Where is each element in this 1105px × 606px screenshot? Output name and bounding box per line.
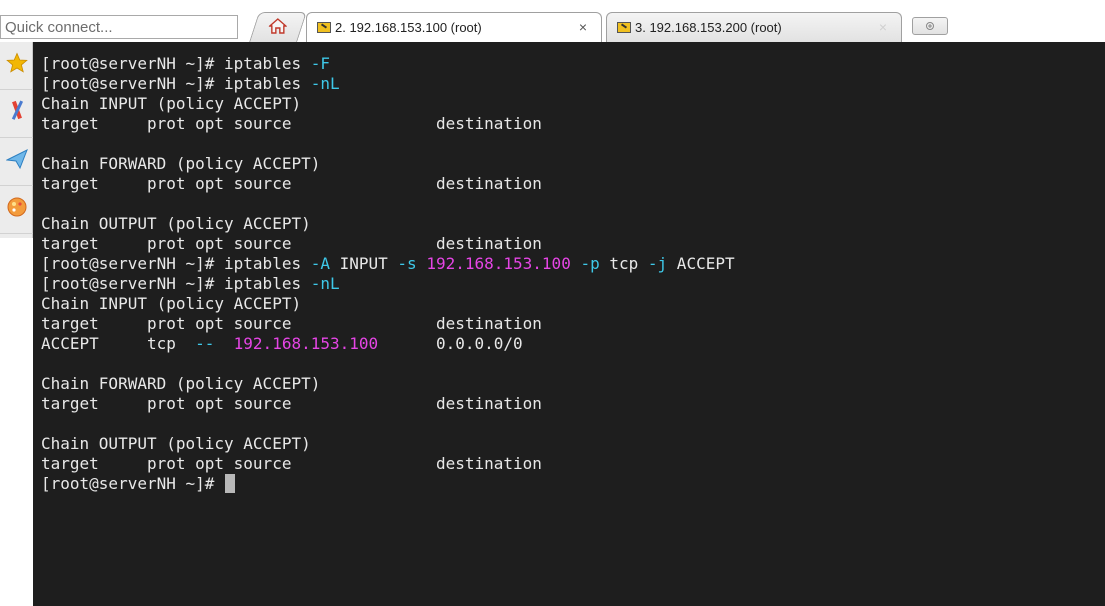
sidebar-empty-area	[0, 238, 33, 606]
terminal-text: ACCEPT tcp	[41, 334, 196, 353]
terminal-line: target prot opt source destination	[41, 114, 1105, 134]
tab-title: 3. 192.168.153.200 (root)	[635, 20, 782, 35]
terminal-line: [root@serverNH ~]# iptables -A INPUT -s …	[41, 254, 1105, 274]
command-flag-text: -j	[647, 254, 668, 273]
session-tab-3[interactable]: 3. 192.168.153.200 (root) ×	[606, 12, 902, 42]
terminal-text: [root@serverNH ~]# iptables	[41, 254, 311, 273]
command-flag-text: -p	[580, 254, 600, 273]
terminal-text: Chain OUTPUT (policy ACCEPT)	[41, 434, 311, 453]
home-tab[interactable]	[249, 12, 307, 42]
terminal-text: Chain FORWARD (policy ACCEPT)	[41, 374, 321, 393]
terminal-text: tcp	[599, 254, 648, 273]
terminal-text: target prot opt source destination	[41, 174, 542, 193]
home-icon	[267, 18, 288, 37]
terminal-line: Chain INPUT (policy ACCEPT)	[41, 294, 1105, 314]
terminal-line: [root@serverNH ~]# iptables -nL	[41, 274, 1105, 294]
tools-icon	[6, 98, 28, 129]
terminal-text: [root@serverNH ~]# iptables	[41, 54, 311, 73]
terminal-text: Chain OUTPUT (policy ACCEPT)	[41, 214, 311, 233]
terminal-line: Chain OUTPUT (policy ACCEPT)	[41, 214, 1105, 234]
terminal-output[interactable]: [root@serverNH ~]# iptables -F [root@serv…	[33, 42, 1105, 606]
terminal-text: target prot opt source destination	[41, 454, 542, 473]
send-icon	[4, 148, 28, 175]
sidebar-button-theme[interactable]	[0, 186, 33, 234]
ip-address-text: 192.168.153.100	[426, 254, 571, 273]
palette-icon	[6, 196, 28, 223]
terminal-text: target prot opt source destination	[41, 314, 542, 333]
terminal-text: Chain INPUT (policy ACCEPT)	[41, 94, 302, 113]
command-flag-text: -nL	[310, 274, 340, 293]
terminal-line: Chain FORWARD (policy ACCEPT)	[41, 374, 1105, 394]
terminal-line: target prot opt source destination	[41, 394, 1105, 414]
terminal-text: target prot opt source destination	[41, 394, 542, 413]
session-icon	[317, 22, 331, 33]
command-flag-text: -s	[397, 254, 417, 273]
new-tab-button[interactable]	[912, 17, 948, 35]
terminal-text: 0.0.0.0/0	[378, 334, 523, 353]
command-flag-text: -nL	[310, 74, 340, 93]
terminal-text: target prot opt source destination	[41, 234, 542, 253]
terminal-text: target prot opt source destination	[41, 114, 542, 133]
session-icon	[617, 22, 631, 33]
sidebar-button-tools[interactable]	[0, 90, 33, 138]
terminal-text: Chain FORWARD (policy ACCEPT)	[41, 154, 321, 173]
quick-connect-input[interactable]	[0, 15, 238, 39]
terminal-line: target prot opt source destination	[41, 234, 1105, 254]
terminal-line: Chain FORWARD (policy ACCEPT)	[41, 154, 1105, 174]
terminal-text: [root@serverNH ~]# iptables	[41, 74, 311, 93]
command-flag-text: --	[195, 334, 215, 353]
tab-title: 2. 192.168.153.100 (root)	[335, 20, 482, 35]
close-tab-button[interactable]: ×	[879, 19, 887, 35]
sidebar-button-send[interactable]	[0, 138, 33, 186]
sidebar-button-favorites[interactable]	[0, 42, 33, 90]
new-tab-icon	[924, 19, 936, 34]
terminal-line: [root@serverNH ~]# iptables -F	[41, 54, 1105, 74]
star-icon	[5, 52, 28, 79]
terminal-text: ACCEPT	[667, 254, 735, 273]
terminal-line: Chain OUTPUT (policy ACCEPT)	[41, 434, 1105, 454]
terminal-text: INPUT	[329, 254, 398, 273]
command-flag-text: -F	[310, 54, 330, 73]
terminal-line: target prot opt source destination	[41, 314, 1105, 334]
command-flag-text: -A	[310, 254, 330, 273]
terminal-line: Chain INPUT (policy ACCEPT)	[41, 94, 1105, 114]
terminal-text: [root@serverNH ~]# iptables	[41, 274, 311, 293]
close-tab-button[interactable]: ×	[579, 19, 587, 35]
terminal-line: ACCEPT tcp -- 192.168.153.100 0.0.0.0/0	[41, 334, 1105, 354]
terminal-line: target prot opt source destination	[41, 454, 1105, 474]
session-tab-2[interactable]: 2. 192.168.153.100 (root) ×	[306, 12, 602, 42]
ip-address-text: 192.168.153.100	[233, 334, 379, 353]
sidebar	[0, 42, 33, 238]
terminal-cursor	[225, 474, 236, 493]
terminal-text: Chain INPUT (policy ACCEPT)	[41, 294, 302, 313]
terminal-line: [root@serverNH ~]# iptables -nL	[41, 74, 1105, 94]
terminal-line: [root@serverNH ~]#	[41, 474, 1105, 494]
tab-bar: 2. 192.168.153.100 (root) × 3. 192.168.1…	[0, 0, 1105, 42]
terminal-text: [root@serverNH ~]#	[41, 474, 225, 493]
terminal-line: target prot opt source destination	[41, 174, 1105, 194]
